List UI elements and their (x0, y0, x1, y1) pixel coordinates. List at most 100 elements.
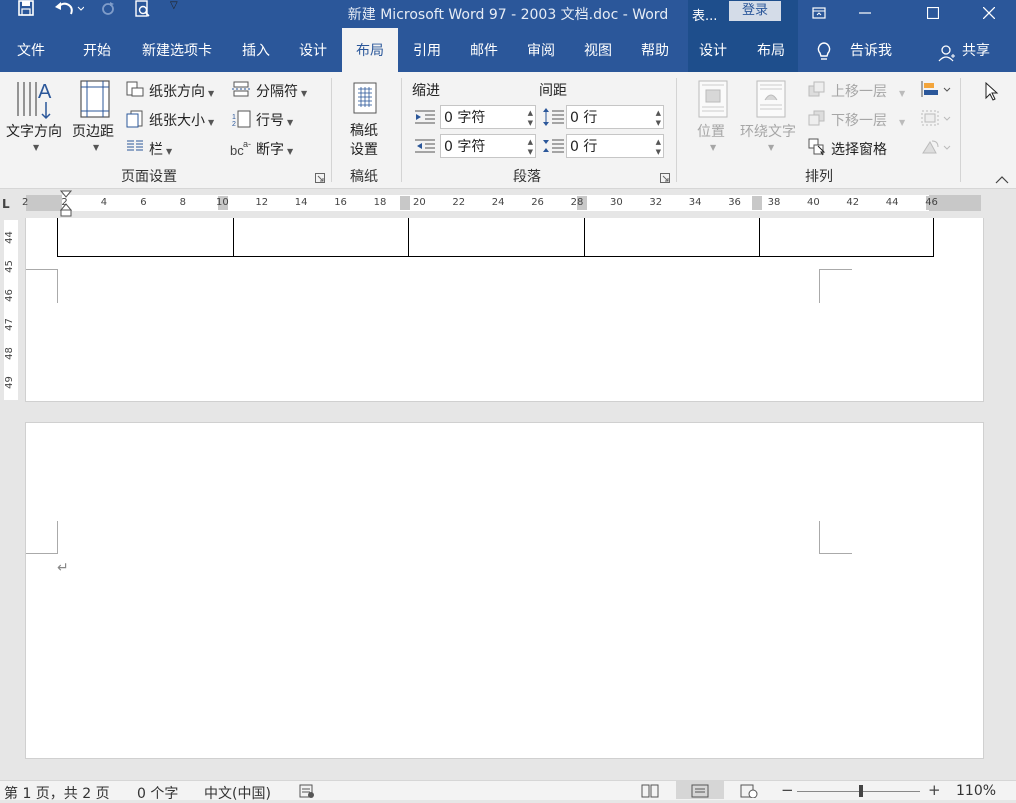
word-count[interactable]: 0 个字 (137, 783, 178, 803)
dialog-launcher-icon[interactable] (315, 172, 325, 186)
ruler-number: 26 (531, 197, 544, 208)
tab-table-design[interactable]: 设计 (690, 28, 736, 72)
tab-layout[interactable]: 布局 (342, 28, 398, 72)
tab-selector-icon[interactable]: L (2, 197, 18, 211)
ruler-number: 8 (179, 197, 186, 208)
tab-table-layout[interactable]: 布局 (748, 28, 794, 72)
margins-icon[interactable] (80, 80, 110, 121)
group-separator (331, 78, 332, 182)
spin-up-icon[interactable]: ▲ (528, 109, 533, 117)
vertical-ruler-number: 48 (3, 347, 15, 360)
text-direction-dropdown[interactable]: ▼ (33, 143, 39, 152)
ruler-number: 42 (846, 197, 860, 208)
wrap-text-dropdown[interactable]: ▼ (768, 143, 774, 152)
person-icon[interactable] (938, 44, 956, 65)
share-button[interactable]: 共享 (956, 28, 996, 72)
bring-forward-button[interactable]: 上移一层 ▼ (831, 81, 905, 101)
paper-size-icon (126, 110, 144, 131)
tell-me-search[interactable]: 告诉我 (846, 28, 896, 72)
align-icon[interactable] (920, 80, 954, 101)
page-count[interactable]: 第 1 页，共 2 页 (4, 783, 110, 803)
macro-record-icon[interactable] (299, 784, 315, 801)
columns-button[interactable]: 栏 ▼ (149, 139, 172, 159)
zoom-out-button[interactable]: − (781, 781, 794, 799)
spin-up-icon[interactable]: ▲ (656, 109, 661, 117)
rotate-icon[interactable] (920, 138, 954, 159)
manuscript-settings-label[interactable]: 稿纸 设置 (350, 122, 378, 160)
zoom-level[interactable]: 110% (956, 783, 996, 799)
spin-up-icon[interactable]: ▲ (656, 138, 661, 146)
ruler-number: 28 (570, 197, 584, 208)
login-button[interactable]: 登录 (729, 1, 781, 21)
position-label[interactable]: 位置 (697, 121, 725, 141)
zoom-slider-thumb[interactable] (859, 785, 863, 797)
tab-home[interactable]: 开始 (72, 28, 122, 72)
spin-down-icon[interactable]: ▼ (528, 148, 533, 156)
manuscript-icon[interactable] (353, 82, 379, 119)
dialog-launcher-icon[interactable] (660, 172, 670, 186)
selection-pane-button[interactable]: 选择窗格 (831, 139, 887, 159)
tab-review[interactable]: 审阅 (518, 28, 564, 72)
ruler-number: 24 (491, 197, 505, 208)
ruler-number: 4 (100, 197, 108, 208)
wrap-text-label[interactable]: 环绕文字 (740, 121, 796, 141)
line-numbers-button[interactable]: 行号 ▼ (256, 110, 293, 130)
undo-icon[interactable] (54, 0, 88, 19)
indent-left-input[interactable]: 0 字符 ▲ ▼ (440, 105, 536, 129)
manuscript-settings-line1: 稿纸 (350, 123, 378, 139)
print-layout-button[interactable] (676, 781, 724, 799)
spacing-before-input[interactable]: 0 行 ▲ ▼ (566, 105, 664, 129)
group-objects-icon[interactable] (920, 109, 954, 130)
spacing-after-input[interactable]: 0 行 ▲ ▼ (566, 134, 664, 158)
group-label-page-setup: 页面设置 (121, 169, 177, 185)
zoom-in-button[interactable]: + (928, 781, 941, 799)
breaks-icon (232, 81, 252, 100)
tab-file[interactable]: 文件 (8, 28, 54, 72)
orientation-button[interactable]: 纸张方向 ▼ (149, 81, 214, 101)
position-dropdown[interactable]: ▼ (710, 143, 716, 152)
ruler-number: 38 (767, 197, 781, 208)
tab-new-tab[interactable]: 新建选项卡 (130, 28, 224, 72)
table-cell-border (233, 218, 234, 256)
document-page-2[interactable] (25, 422, 984, 759)
tab-view[interactable]: 视图 (575, 28, 621, 72)
maximize-button[interactable] (910, 0, 956, 26)
spin-down-icon[interactable]: ▼ (656, 119, 661, 127)
minimize-button[interactable] (842, 0, 888, 26)
language-indicator[interactable]: 中文(中国) (204, 783, 271, 803)
tab-insert[interactable]: 插入 (234, 28, 278, 72)
ruler-number: 2 (22, 197, 29, 208)
send-backward-button[interactable]: 下移一层 ▼ (831, 110, 905, 130)
paper-size-button[interactable]: 纸张大小 ▼ (149, 110, 214, 130)
spin-down-icon[interactable]: ▼ (656, 148, 661, 156)
spin-up-icon[interactable]: ▲ (528, 138, 533, 146)
position-icon[interactable] (698, 80, 728, 121)
tab-mailings[interactable]: 邮件 (462, 28, 506, 72)
collapse-ribbon-icon[interactable] (995, 174, 1009, 188)
wrap-text-icon[interactable] (756, 80, 786, 121)
print-preview-icon[interactable] (134, 0, 152, 21)
indent-right-input[interactable]: 0 字符 ▲ ▼ (440, 134, 536, 158)
chevron-down-icon[interactable]: ▽ (170, 0, 178, 11)
close-button[interactable] (966, 0, 1012, 26)
column-marker[interactable] (400, 196, 410, 210)
tab-references[interactable]: 引用 (404, 28, 450, 72)
margins-dropdown[interactable]: ▼ (93, 143, 99, 152)
tab-help[interactable]: 帮助 (632, 28, 678, 72)
ribbon-display-options-icon[interactable] (796, 0, 842, 26)
hyphenation-button[interactable]: 断字 ▼ (256, 139, 293, 159)
web-layout-icon[interactable] (740, 784, 758, 801)
column-marker[interactable] (752, 196, 762, 210)
table-row[interactable] (57, 218, 934, 257)
breaks-button[interactable]: 分隔符 ▼ (256, 81, 307, 101)
margin-corner-mark (819, 269, 852, 303)
read-mode-icon[interactable] (641, 784, 659, 801)
margins-label[interactable]: 页边距 (72, 121, 114, 141)
text-direction-label[interactable]: 文字方向 (6, 121, 62, 141)
text-direction-icon[interactable]: A (14, 78, 58, 125)
spin-down-icon[interactable]: ▼ (528, 119, 533, 127)
redo-icon[interactable] (100, 0, 116, 19)
tab-design[interactable]: 设计 (290, 28, 336, 72)
save-icon[interactable] (18, 0, 34, 19)
margin-corner-mark (26, 269, 58, 303)
